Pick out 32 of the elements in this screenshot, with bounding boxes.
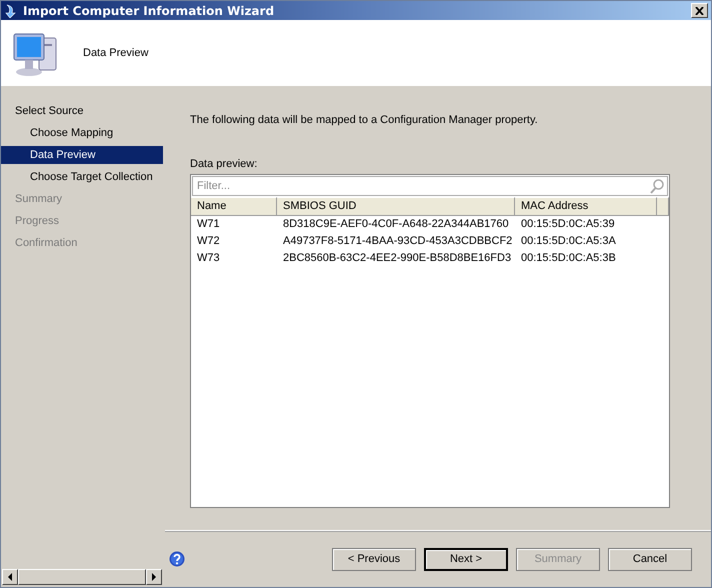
wizard-button[interactable]: Cancel [608,548,692,570]
table-cell-text: W73 [196,251,221,266]
help-icon[interactable] [169,551,185,567]
horizontal-scrollbar[interactable] [2,569,162,585]
wizard-button[interactable]: Next > [424,548,508,570]
close-button[interactable] [691,3,708,18]
table-cell-text: W72 [196,234,221,249]
column-header[interactable]: SMBIOS GUID [277,197,515,216]
table-cell-text: 2BC8560B-63C2-4EE2-990E-B58D8BE16FD3 [282,251,512,266]
left-arrow-icon [8,573,12,581]
preview-label: Data preview: [190,158,258,170]
table-cell-text: 8D318C9E-AEF0-4C0F-A648-22A344AB1760 [282,217,510,232]
table-cell-text: 00:15:5D:0C:A5:39 [520,217,616,232]
column-header[interactable]: Name [191,197,277,216]
arrow-icon [5,4,17,18]
page-title: Data Preview [83,47,148,59]
wizard-step[interactable]: Choose Target Collection [1,168,163,186]
description-text: The following data will be mapped to a Configuration Manager property. [190,114,539,126]
table-cell-text: A49737F8-5171-4BAA-93CD-453A3CDBBCF2 [282,234,514,249]
table-cell-text: 00:15:5D:0C:A5:3A [520,234,617,249]
filter-field[interactable]: Filter... [192,176,668,196]
wizard-step[interactable]: Choose Mapping [1,124,163,142]
right-arrow-icon [152,573,156,581]
wizard-button[interactable]: < Previous [332,548,416,570]
table-cell-text: 00:15:5D:0C:A5:3B [520,251,617,266]
search-icon [650,179,664,194]
wizard-step[interactable]: Select Source [1,102,163,120]
close-icon [695,6,704,14]
table-cell-text: W71 [196,217,221,232]
wizard-step[interactable]: Data Preview [1,146,163,164]
column-header[interactable]: MAC Address [515,197,657,216]
window-title: Import Computer Information Wizard [23,4,276,18]
